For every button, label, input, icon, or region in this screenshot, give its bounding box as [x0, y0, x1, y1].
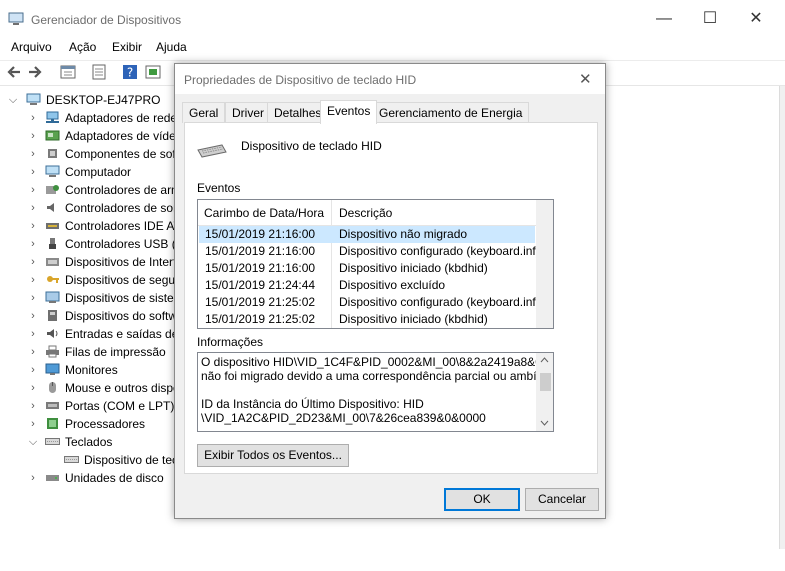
software-component-icon	[45, 147, 60, 160]
tree-root-label: DESKTOP-EJ47PRO	[46, 93, 161, 107]
keyboard-icon	[197, 144, 227, 158]
close-button[interactable]: ✕	[733, 0, 779, 38]
device-tree: ⌵ DESKTOP-EJ47PRO › Adaptadores de rede …	[8, 91, 180, 485]
monitor-icon	[45, 363, 60, 376]
computer-icon	[45, 165, 60, 178]
back-arrow-icon[interactable]	[6, 64, 22, 80]
events-scrollbar[interactable]	[536, 200, 553, 328]
storage-controller-icon	[45, 183, 60, 196]
chevron-down-icon[interactable]: ⌵	[8, 91, 18, 109]
information-scrollbar[interactable]	[536, 353, 553, 431]
chevron-down-icon[interactable]: ⌵	[28, 433, 38, 451]
keyboard-icon	[45, 435, 60, 448]
table-row[interactable]: 15/01/2019 21:24:44 Dispositivo excluído	[199, 277, 535, 294]
svg-text:?: ?	[127, 66, 133, 80]
device-name: Dispositivo de teclado HID	[241, 139, 382, 153]
table-row[interactable]: 15/01/2019 21:25:02 Dispositivo iniciado…	[199, 311, 535, 328]
ok-button[interactable]: OK	[444, 488, 520, 511]
window-title: Gerenciador de Dispositivos	[31, 13, 182, 27]
device-manager-app-icon	[8, 12, 24, 26]
maximize-button[interactable]: ☐	[687, 0, 733, 38]
properties-dialog: Propriedades de Dispositivo de teclado H…	[174, 63, 606, 519]
table-row[interactable]: 15/01/2019 21:16:00 Dispositivo iniciado…	[199, 260, 535, 277]
information-label: Informações	[197, 335, 264, 349]
properties-view-icon[interactable]	[60, 64, 76, 80]
security-device-icon	[45, 273, 60, 286]
list-view-icon[interactable]	[91, 64, 107, 80]
cancel-button[interactable]: Cancelar	[525, 488, 599, 511]
events-header: Carimbo de Data/Hora Descrição	[198, 200, 536, 226]
right-pane-edge	[779, 86, 785, 549]
port-icon	[45, 399, 60, 412]
hid-icon	[45, 255, 60, 268]
processor-icon	[45, 417, 60, 430]
keyboard-icon	[64, 453, 79, 466]
minimize-button[interactable]: —	[641, 0, 687, 38]
column-header-description[interactable]: Descrição	[339, 206, 392, 220]
help-icon[interactable]: ?	[122, 64, 138, 80]
usb-icon	[45, 237, 60, 250]
disk-icon	[45, 471, 60, 484]
tab-gerenciamento-de-energia[interactable]: Gerenciamento de Energia	[372, 102, 530, 123]
system-device-icon	[45, 291, 60, 304]
computer-icon	[26, 93, 41, 106]
ide-icon	[45, 219, 60, 232]
tab-driver[interactable]: Driver	[225, 102, 271, 123]
printer-icon	[45, 345, 60, 358]
events-label: Eventos	[197, 181, 241, 195]
tab-geral[interactable]: Geral	[182, 102, 226, 123]
action-view-icon[interactable]	[145, 64, 161, 80]
events-list[interactable]: Carimbo de Data/Hora Descrição 15/01/201…	[197, 199, 554, 329]
dialog-title: Propriedades de Dispositivo de teclado H…	[184, 73, 417, 87]
column-header-timestamp[interactable]: Carimbo de Data/Hora	[204, 206, 324, 220]
menu-arquivo[interactable]: Arquivo	[11, 40, 52, 54]
scrollbar-thumb[interactable]	[540, 373, 551, 391]
menu-exibir[interactable]: Exibir	[112, 40, 142, 54]
network-icon	[45, 111, 60, 124]
show-all-events-button[interactable]: Exibir Todos os Eventos...	[197, 444, 349, 467]
audio-io-icon	[45, 327, 60, 340]
software-device-icon	[45, 309, 60, 322]
forward-arrow-icon[interactable]	[27, 64, 43, 80]
table-row[interactable]: 15/01/2019 21:16:00 Dispositivo não migr…	[199, 226, 535, 243]
table-row[interactable]: 15/01/2019 21:25:02 Dispositivo configur…	[199, 294, 540, 311]
dialog-close-button[interactable]: ✕	[579, 70, 592, 88]
menu-acao[interactable]: Ação	[69, 40, 96, 54]
display-adapter-icon	[45, 129, 60, 142]
information-text-box[interactable]: O dispositivo HID\VID_1C4F&PID_0002&MI_0…	[197, 352, 554, 432]
sound-icon	[45, 201, 60, 214]
table-row[interactable]: 15/01/2019 21:16:00 Dispositivo configur…	[199, 243, 540, 260]
menu-ajuda[interactable]: Ajuda	[156, 40, 187, 54]
mouse-icon	[45, 381, 60, 394]
tab-eventos[interactable]: Eventos	[320, 100, 378, 124]
